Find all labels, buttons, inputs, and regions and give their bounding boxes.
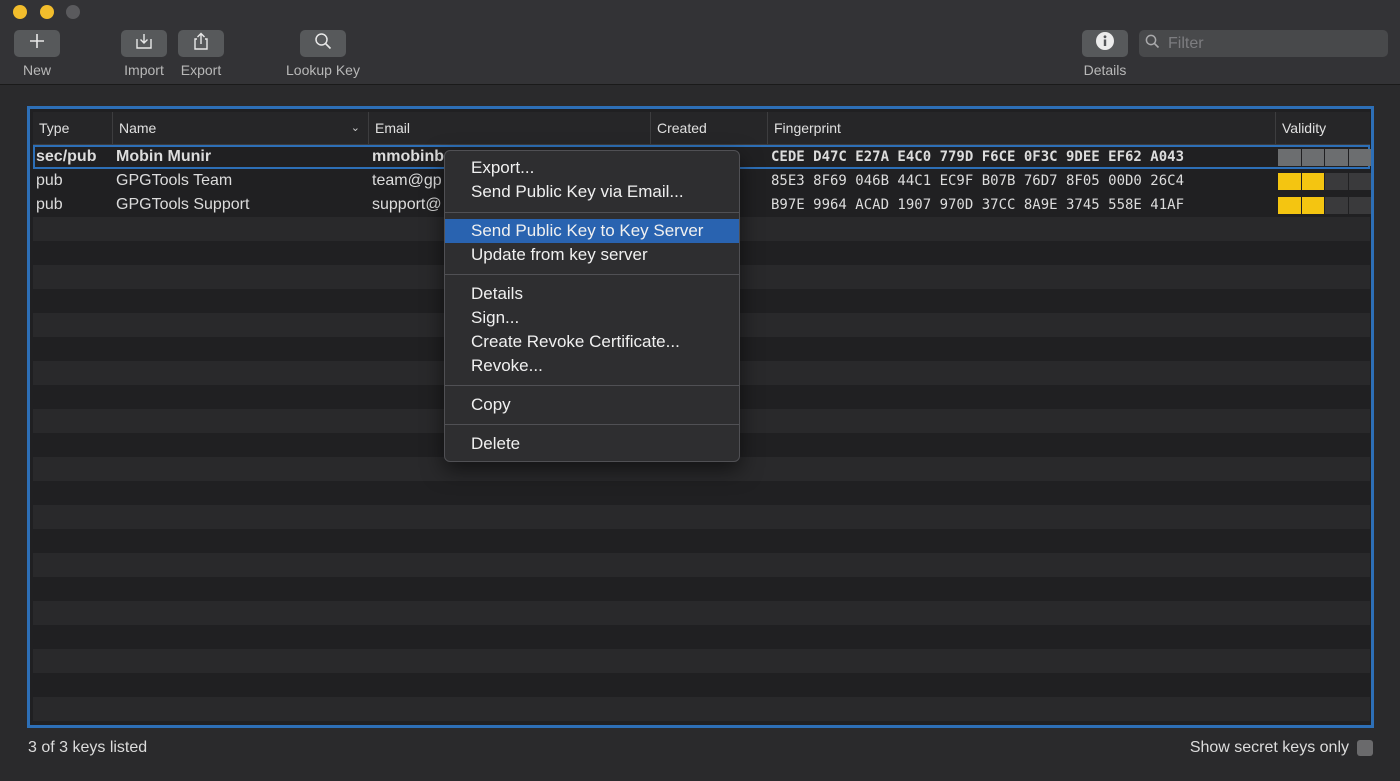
import-tray-icon: [135, 32, 153, 55]
column-name-label: Name: [119, 120, 157, 136]
empty-row-stripe: [33, 601, 1370, 625]
empty-row-stripe: [33, 697, 1370, 721]
validity-segment: [1301, 173, 1324, 190]
import-button[interactable]: [121, 30, 167, 57]
validity-segment: [1301, 197, 1324, 214]
menu-separator: [445, 385, 739, 386]
menu-item-details[interactable]: Details: [445, 282, 739, 306]
validity-meter: [1278, 197, 1371, 214]
new-label: New: [22, 62, 52, 78]
table-header: Type Name ⌄ Email Created Fingerprint Va…: [33, 112, 1370, 145]
column-created[interactable]: Created: [650, 112, 767, 144]
secret-keys-toggle[interactable]: Show secret keys only: [1190, 739, 1373, 757]
validity-segment: [1325, 173, 1348, 190]
row-type: sec/pub: [36, 148, 97, 165]
validity-segment: [1325, 197, 1348, 214]
export-button[interactable]: [178, 30, 224, 57]
key-count-status: 3 of 3 keys listed: [28, 739, 148, 756]
secret-keys-label: Show secret keys only: [1189, 739, 1349, 756]
menu-item-update-keyserver[interactable]: Update from key server: [445, 243, 739, 267]
export-label: Export: [180, 62, 222, 78]
new-button[interactable]: [14, 30, 60, 57]
menu-separator: [445, 424, 739, 425]
import-label: Import: [124, 62, 164, 78]
context-menu: Export... Send Public Key via Email... S…: [444, 150, 740, 462]
menu-item-export[interactable]: Export...: [445, 156, 739, 180]
column-email[interactable]: Email: [368, 112, 650, 144]
empty-row-stripe: [33, 553, 1370, 577]
validity-segment: [1301, 149, 1324, 166]
row-email: team@gp: [372, 172, 442, 189]
menu-item-send-keyserver[interactable]: Send Public Key to Key Server: [445, 219, 739, 243]
column-fingerprint[interactable]: Fingerprint: [767, 112, 1275, 144]
validity-meter: [1278, 149, 1371, 166]
search-icon: [1145, 34, 1160, 54]
validity-segment: [1348, 173, 1371, 190]
lookup-key-button[interactable]: [300, 30, 346, 57]
row-email: support@: [372, 196, 442, 213]
validity-segment: [1325, 149, 1348, 166]
row-type: pub: [36, 172, 63, 189]
empty-row-stripe: [33, 505, 1370, 529]
toolbar: New Import Export Lookup Key Details: [0, 0, 1400, 85]
row-email: mmobinb...@...: [372, 148, 452, 165]
validity-segment: [1348, 197, 1371, 214]
menu-item-delete[interactable]: Delete: [445, 432, 739, 456]
magnifier-icon: [314, 32, 332, 55]
validity-segment: [1348, 149, 1371, 166]
window-close-button[interactable]: [13, 5, 27, 19]
menu-item-revoke[interactable]: Revoke...: [445, 354, 739, 378]
column-validity[interactable]: Validity: [1275, 112, 1370, 144]
share-icon: [192, 32, 210, 55]
validity-segment: [1278, 197, 1301, 214]
details-label: Details: [1083, 62, 1127, 78]
menu-separator: [445, 212, 739, 213]
row-type: pub: [36, 196, 63, 213]
menu-item-sign[interactable]: Sign...: [445, 306, 739, 330]
filter-field[interactable]: [1139, 30, 1388, 57]
row-fingerprint: 85E3 8F69 046B 44C1 EC9F B07B 76D7 8F05 …: [771, 173, 1185, 189]
column-name[interactable]: Name ⌄: [112, 112, 368, 144]
menu-item-send-email[interactable]: Send Public Key via Email...: [445, 180, 739, 204]
lookup-key-label: Lookup Key: [286, 62, 360, 78]
menu-separator: [445, 274, 739, 275]
filter-input[interactable]: [1166, 33, 1380, 54]
chevron-down-icon: ⌄: [350, 122, 360, 134]
row-name: GPGTools Support: [116, 196, 250, 213]
plus-icon: [29, 33, 45, 54]
validity-segment: [1278, 173, 1301, 190]
window-zoom-button[interactable]: [66, 5, 80, 19]
menu-item-revoke-cert[interactable]: Create Revoke Certificate...: [445, 330, 739, 354]
validity-segment: [1278, 149, 1301, 166]
info-icon: [1095, 31, 1115, 56]
menu-item-copy[interactable]: Copy: [445, 393, 739, 417]
row-name: Mobin Munir: [116, 148, 212, 165]
row-fingerprint: B97E 9964 ACAD 1907 970D 37CC 8A9E 3745 …: [771, 197, 1185, 213]
column-type[interactable]: Type: [33, 112, 112, 144]
details-button[interactable]: [1082, 30, 1128, 57]
secret-keys-checkbox[interactable]: [1357, 740, 1373, 756]
window-minimize-button[interactable]: [40, 5, 54, 19]
empty-row-stripe: [33, 649, 1370, 673]
row-fingerprint: CEDE D47C E27A E4C0 779D F6CE 0F3C 9DEE …: [771, 149, 1185, 165]
validity-meter: [1278, 173, 1371, 190]
row-name: GPGTools Team: [116, 172, 233, 189]
